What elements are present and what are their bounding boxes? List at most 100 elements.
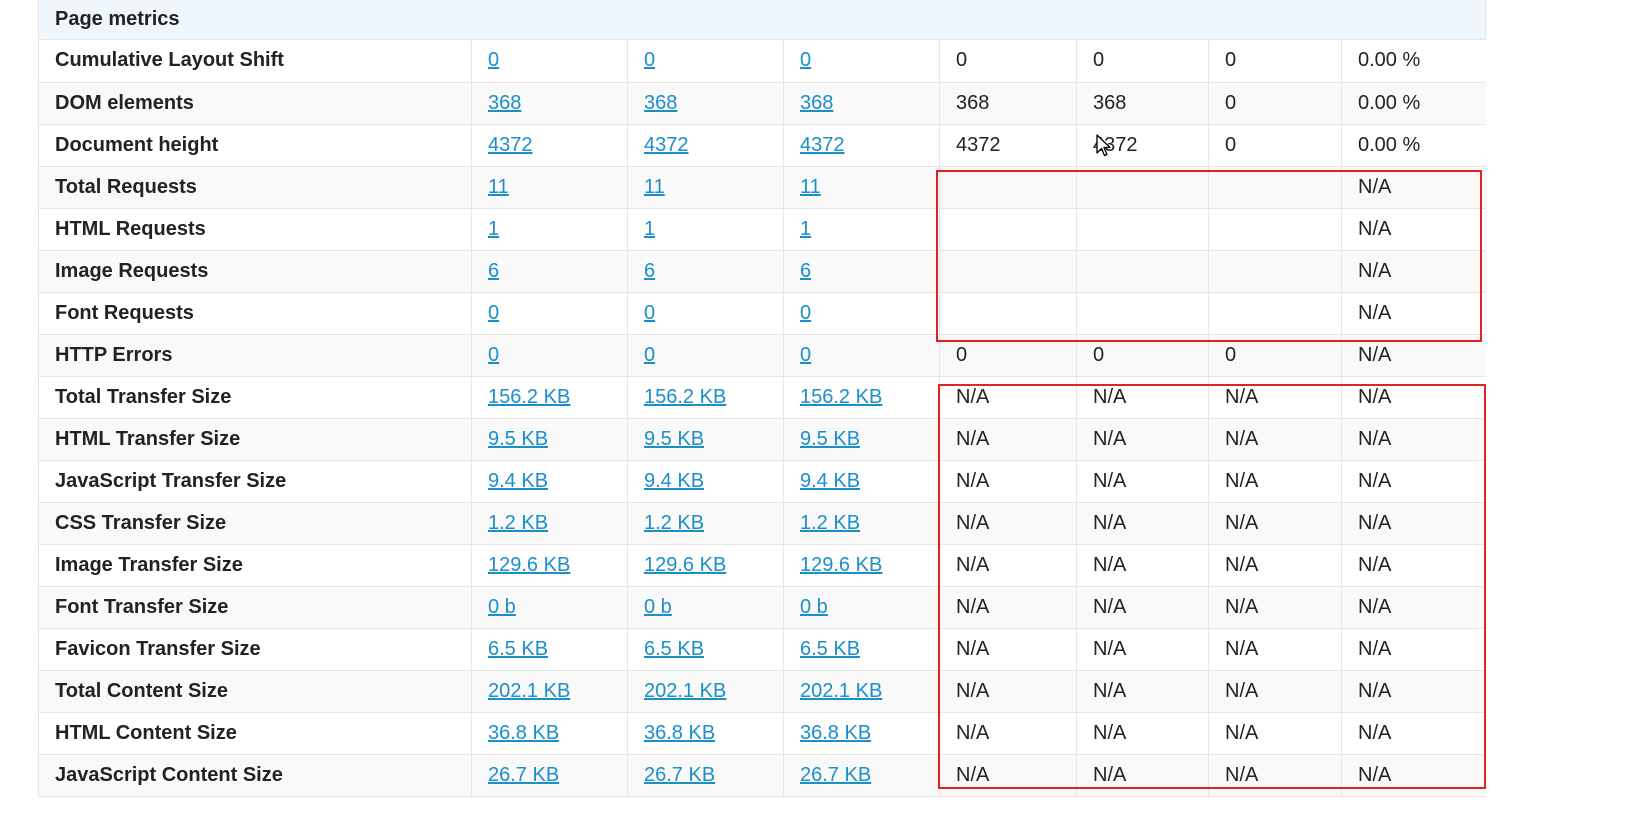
metric-run-link[interactable]: 129.6 KB (488, 554, 570, 576)
metric-run-link[interactable]: 36.8 KB (488, 722, 559, 744)
metric-run-link[interactable]: 6.5 KB (488, 638, 548, 660)
metric-label: CSS Transfer Size (38, 502, 472, 545)
metric-run-link[interactable]: 26.7 KB (644, 764, 715, 786)
table-row: HTML Requests 1 1 1 N/A (38, 208, 1486, 251)
metric-run-cell: 368 (627, 82, 784, 125)
metric-run-link[interactable]: 0 (644, 344, 655, 366)
metric-run-link[interactable]: 0 (488, 302, 499, 324)
metric-run-link[interactable]: 1 (488, 218, 499, 240)
metric-run-link[interactable]: 368 (488, 92, 521, 114)
metric-run-link[interactable]: 9.5 KB (488, 428, 548, 450)
metric-run-link[interactable]: 156.2 KB (800, 386, 882, 408)
metric-run-link[interactable]: 368 (800, 92, 833, 114)
metric-run-link[interactable]: 26.7 KB (488, 764, 559, 786)
metric-run-link[interactable]: 1.2 KB (644, 512, 704, 534)
metric-run-cell: 202.1 KB (471, 670, 628, 713)
metric-run-cell: 0 b (471, 586, 628, 629)
metric-label: HTML Requests (38, 208, 472, 251)
metric-run-link[interactable]: 156.2 KB (488, 386, 570, 408)
metric-run-link[interactable]: 0 (800, 344, 811, 366)
metric-run-link[interactable]: 202.1 KB (800, 680, 882, 702)
metric-value-cell (1208, 208, 1342, 251)
metric-run-cell: 9.4 KB (783, 460, 940, 503)
metric-run-link[interactable]: 129.6 KB (644, 554, 726, 576)
metric-run-link[interactable]: 11 (800, 176, 821, 198)
metric-run-link[interactable]: 0 (800, 49, 811, 71)
metric-run-link[interactable]: 6 (488, 260, 499, 282)
metric-run-cell: 1.2 KB (471, 502, 628, 545)
metric-run-link[interactable]: 129.6 KB (800, 554, 882, 576)
metric-run-link[interactable]: 0 b (800, 596, 828, 618)
metric-run-link[interactable]: 0 (644, 302, 655, 324)
metric-value-cell: N/A (1076, 460, 1209, 503)
metric-run-link[interactable]: 6.5 KB (800, 638, 860, 660)
metric-value-cell: N/A (1341, 712, 1486, 755)
metric-run-link[interactable]: 368 (644, 92, 677, 114)
metric-value-cell: N/A (1076, 628, 1209, 671)
metric-run-link[interactable]: 0 (488, 49, 499, 71)
metric-label: HTTP Errors (38, 334, 472, 377)
metric-run-link[interactable]: 1.2 KB (488, 512, 548, 534)
metric-run-link[interactable]: 9.5 KB (800, 428, 860, 450)
metric-run-link[interactable]: 9.4 KB (488, 470, 548, 492)
metric-value-cell: 0 (1076, 334, 1209, 377)
metric-value-cell: N/A (1076, 586, 1209, 629)
metric-run-cell: 0 (627, 334, 784, 377)
metric-run-cell: 156.2 KB (783, 376, 940, 419)
metric-value-cell: 368 (939, 82, 1077, 125)
table-row: Favicon Transfer Size 6.5 KB 6.5 KB 6.5 KB N… (38, 628, 1486, 671)
metric-run-cell: 202.1 KB (783, 670, 940, 713)
metric-run-cell: 11 (783, 166, 940, 209)
metric-run-link[interactable]: 9.4 KB (644, 470, 704, 492)
page-metrics-panel: Page metrics Cumulative Layout Shift 0 0 0 0… (38, 0, 1486, 833)
metric-run-link[interactable]: 0 (800, 302, 811, 324)
metric-run-link[interactable]: 1 (644, 218, 655, 240)
table-row: HTML Transfer Size 9.5 KB 9.5 KB 9.5 KB N/A N… (38, 418, 1486, 461)
metric-value-cell: 0 (1208, 40, 1342, 83)
metric-value-cell: N/A (939, 712, 1077, 755)
metric-run-cell: 11 (627, 166, 784, 209)
metric-value-cell: N/A (1341, 334, 1486, 377)
metric-run-link[interactable]: 6 (644, 260, 655, 282)
metric-run-cell: 9.5 KB (471, 418, 628, 461)
metric-run-cell: 0 (783, 292, 940, 335)
metric-run-link[interactable]: 26.7 KB (800, 764, 871, 786)
metric-run-cell: 129.6 KB (783, 544, 940, 587)
metric-run-cell: 1 (627, 208, 784, 251)
table-row: Total Transfer Size 156.2 KB 156.2 KB 156.2… (38, 376, 1486, 419)
metric-value-cell (939, 208, 1077, 251)
metric-run-link[interactable]: 0 (488, 344, 499, 366)
metric-run-link[interactable]: 4372 (488, 134, 533, 156)
metric-value-cell: N/A (1341, 418, 1486, 461)
metric-run-link[interactable]: 202.1 KB (488, 680, 570, 702)
metric-label: HTML Transfer Size (38, 418, 472, 461)
metric-value-cell: N/A (939, 628, 1077, 671)
metric-run-link[interactable]: 1 (800, 218, 811, 240)
metric-run-link[interactable]: 11 (644, 176, 665, 198)
metric-run-cell: 202.1 KB (627, 670, 784, 713)
metric-run-cell: 368 (783, 82, 940, 125)
metric-run-link[interactable]: 36.8 KB (800, 722, 871, 744)
metric-value-cell: N/A (1341, 292, 1486, 335)
metric-value-cell: N/A (1208, 712, 1342, 755)
metric-run-link[interactable]: 156.2 KB (644, 386, 726, 408)
metric-run-link[interactable]: 6.5 KB (644, 638, 704, 660)
metric-run-link[interactable]: 9.5 KB (644, 428, 704, 450)
metric-run-link[interactable]: 9.4 KB (800, 470, 860, 492)
metric-value-cell (1208, 166, 1342, 209)
table-row: Total Content Size 202.1 KB 202.1 KB 202.1 … (38, 670, 1486, 713)
metric-run-link[interactable]: 6 (800, 260, 811, 282)
metric-run-link[interactable]: 11 (488, 176, 509, 198)
metric-run-link[interactable]: 36.8 KB (644, 722, 715, 744)
metric-value-cell: N/A (939, 418, 1077, 461)
metric-run-link[interactable]: 0 (644, 49, 655, 71)
metric-run-link[interactable]: 0 b (488, 596, 516, 618)
metric-run-link[interactable]: 4372 (644, 134, 689, 156)
metric-run-link[interactable]: 4372 (800, 134, 845, 156)
metric-run-link[interactable]: 202.1 KB (644, 680, 726, 702)
metric-run-cell: 9.5 KB (783, 418, 940, 461)
metric-run-link[interactable]: 1.2 KB (800, 512, 860, 534)
metric-run-link[interactable]: 0 b (644, 596, 672, 618)
metric-value-cell: N/A (1341, 250, 1486, 293)
metric-run-cell: 4372 (471, 124, 628, 167)
